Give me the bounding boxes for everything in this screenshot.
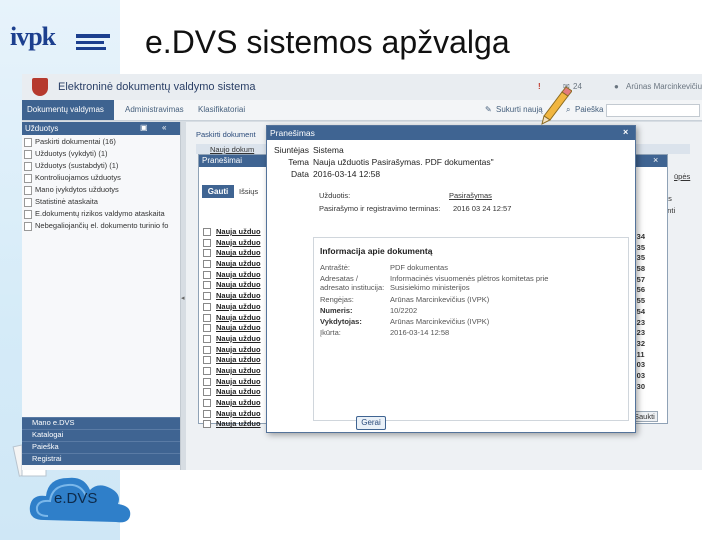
search-link[interactable]: Paieška	[575, 105, 603, 114]
tab-dokumentu-valdymas[interactable]: Dokumentų valdymas	[27, 105, 104, 114]
sidebar-item[interactable]: Paskirti dokumentai (16)	[22, 137, 180, 148]
tab-klasifikatoriai[interactable]: Klasifikatoriai	[198, 105, 245, 114]
task-value[interactable]: Pasirašymas	[449, 191, 492, 200]
cloud-label: e.DVS	[54, 490, 98, 507]
close-icon[interactable]: ×	[623, 127, 628, 137]
mail-count[interactable]: 24	[573, 82, 582, 91]
app-title: Elektroninė dokumentų valdymo sistema	[58, 81, 256, 93]
sidebar-collapse-icon[interactable]: «	[162, 123, 166, 132]
deadline-value: 2016 03 24 12:57	[453, 204, 512, 213]
field-label: Rengėjas:	[320, 295, 354, 304]
user-name[interactable]: Arūnas Marcinkevičiu	[626, 82, 702, 91]
subject-label: Tema	[288, 157, 309, 167]
create-new-button[interactable]: Sukurti naują	[496, 105, 543, 114]
app-screenshot: Elektroninė dokumentų valdymo sistema ! …	[22, 74, 702, 470]
field-label: Vykdytojas:	[320, 317, 362, 326]
field-value: Arūnas Marcinkevičius (IVPK)	[390, 295, 490, 304]
sidebar-bottom-mano-edvs[interactable]: Mano e.DVS	[22, 417, 180, 429]
main-nav: Dokumentų valdymas Administravimas Klasi…	[22, 100, 702, 121]
field-label: Adresatas / adresato institucija:	[320, 274, 385, 292]
date-value: 2016-03-14 12:58	[313, 169, 381, 179]
deadline-label: Pasirašymo ir registravimo terminas:	[319, 204, 441, 213]
tab-gauti[interactable]: Gauti	[202, 185, 234, 198]
sidebar-bottom-registrai[interactable]: Registrai	[22, 453, 180, 465]
sidebar-bottom-katalogai[interactable]: Katalogai	[22, 429, 180, 441]
document-info-panel: Informacija apie dokumentą Antraštė: PDF…	[313, 237, 629, 421]
field-value: Informacinės visuomenės plėtros komiteta…	[390, 274, 549, 292]
app-header: Elektroninė dokumentų valdymo sistema ! …	[22, 74, 702, 101]
user-icon: ●	[614, 82, 619, 91]
sidebar-bottom-paieska[interactable]: Paieška	[22, 441, 180, 453]
task-label: Užduotis:	[319, 191, 351, 200]
list-subtitle[interactable]: Naujo dokum	[210, 145, 254, 154]
tab-issiusti[interactable]: Išsiųs	[239, 187, 258, 196]
sidebar-item[interactable]: Mano įvykdytos užduotys	[22, 185, 180, 196]
create-icon: ✎	[485, 105, 492, 114]
sidebar-item[interactable]: Kontroliuojamos užduotys	[22, 173, 180, 184]
bg-right-label[interactable]: ūpės	[674, 172, 690, 181]
field-value: PDF dokumentas	[390, 263, 448, 272]
date-label: Data	[291, 169, 309, 179]
subject-value: Nauja užduotis Pasirašymas. PDF dokument…	[313, 157, 494, 167]
search-input[interactable]	[606, 104, 700, 117]
slide-title: e.DVS sistemos apžvalga	[145, 24, 510, 60]
sender-value: Sistema	[313, 145, 344, 155]
crest-icon	[32, 78, 48, 96]
field-label: Įkūrta:	[320, 328, 341, 337]
message-dialog: Pranešimas × Siuntėjas Sistema Tema Nauj…	[266, 125, 636, 433]
field-value: 2016-03-14 12:58	[390, 328, 450, 337]
close-icon[interactable]: ×	[653, 155, 658, 165]
field-value: Arūnas Marcinkevičius (IVPK)	[390, 317, 490, 326]
sidebar-item[interactable]: Užduotys (sustabdyti) (1)	[22, 161, 180, 172]
field-value: 10/2202	[390, 306, 418, 315]
ok-button[interactable]: Gerai	[356, 416, 386, 430]
sidebar-item[interactable]: Nebegaliojančių el. dokumento turinio fo	[22, 221, 180, 232]
sidebar-add-icon[interactable]: ▣	[140, 123, 148, 132]
splitter-handle[interactable]: ◂	[181, 294, 185, 302]
list-title: Paskirti dokument	[196, 130, 256, 139]
ivpk-logo: ivpk	[10, 22, 115, 66]
tab-administravimas[interactable]: Administravimas	[125, 105, 184, 114]
message-dialog-bar: Pranešimas ×	[267, 126, 635, 140]
sidebar-item[interactable]: Statistinė ataskaita	[22, 197, 180, 208]
sidebar-header: Užduotys ▣ «	[22, 122, 180, 135]
messages-dialog-title: Pranešimai	[202, 156, 243, 165]
sidebar-title: Užduotys	[25, 124, 59, 133]
field-label: Numeris:	[320, 306, 353, 315]
sidebar: Užduotys ▣ « Paskirti dokumentai (16) Už…	[22, 122, 181, 470]
info-header: Informacija apie dokumentą	[320, 246, 433, 256]
sidebar-item[interactable]: E.dokumentų rizikos valdymo ataskaita	[22, 209, 180, 220]
field-label: Antraštė:	[320, 263, 351, 272]
sender-label: Siuntėjas	[274, 145, 309, 155]
pencil-icon	[541, 86, 572, 125]
sidebar-item[interactable]: Užduotys (vykdyti) (1)	[22, 149, 180, 160]
message-dialog-title: Pranešimas	[270, 128, 315, 138]
